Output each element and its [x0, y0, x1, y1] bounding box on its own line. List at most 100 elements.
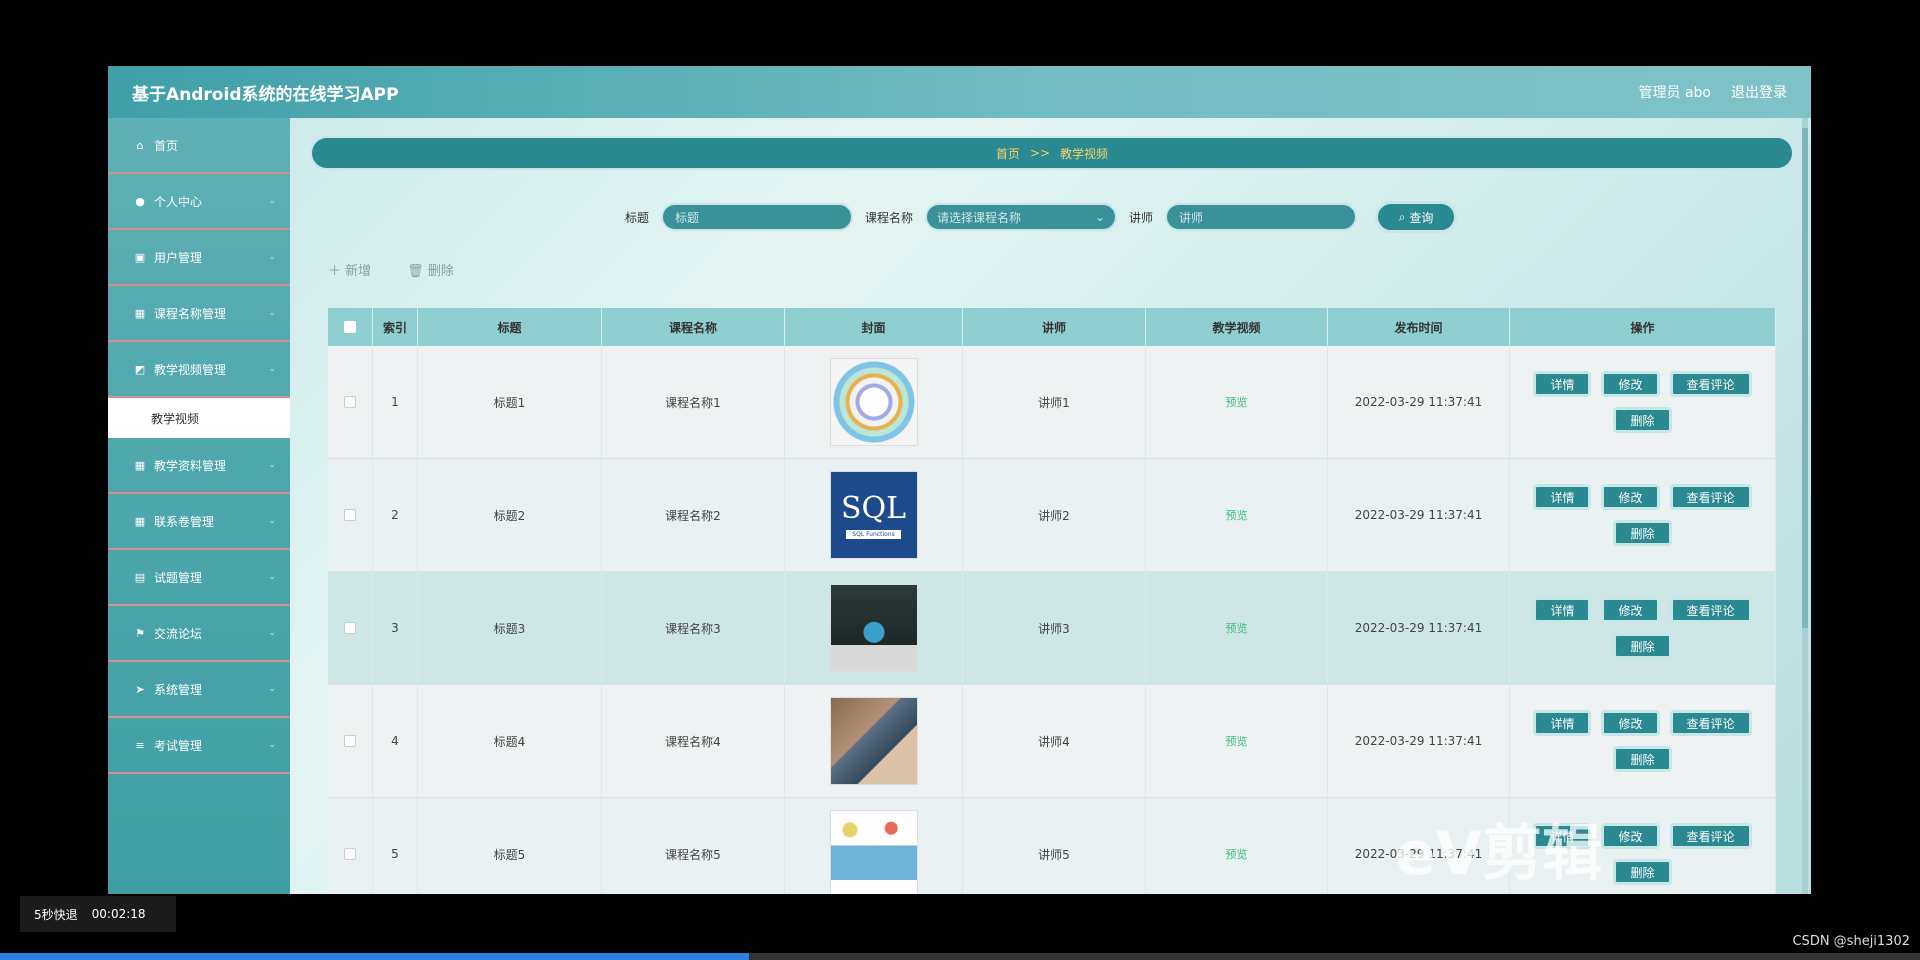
home-icon: ⌂ — [136, 138, 144, 152]
header-course: 课程名称 — [602, 308, 785, 346]
ev-editor-watermark: eV剪辑 — [1395, 819, 1603, 889]
header-time: 发布时间 — [1328, 308, 1510, 346]
view-comments-button[interactable]: 查看评论 — [1669, 597, 1752, 623]
delete-button[interactable]: 删除 — [1613, 520, 1672, 546]
edit-button[interactable]: 修改 — [1601, 597, 1660, 623]
search-bar: 标题 标题 课程名称 请选择课程名称 ⌄ 讲师 讲师 ⌕ 查询 — [625, 201, 1458, 233]
header-ops: 操作 — [1510, 308, 1776, 346]
delete-button[interactable]: 删除 — [1613, 859, 1672, 885]
video-player-controls: 5秒快退 00:02:18 — [20, 896, 176, 932]
flag-icon: ⚑ — [135, 626, 145, 640]
chevron-down-icon: ⌄ — [268, 252, 276, 262]
course-select[interactable]: 请选择课程名称 ⌄ — [925, 203, 1118, 231]
breadcrumb: 首页 >> 教学视频 — [310, 136, 1794, 170]
rewind-button[interactable]: 5秒快退 — [34, 906, 78, 923]
detail-button[interactable]: 详情 — [1533, 371, 1592, 397]
top-bar: 基于Android系统的在线学习APP 管理员 abo 退出登录 — [108, 66, 1811, 118]
table-row: 3 标题3 课程名称3 讲师3 预览 2022-03-29 11:37:41 详… — [328, 572, 1776, 685]
view-comments-button[interactable]: 查看评论 — [1669, 484, 1752, 510]
table-row: 1 标题1 课程名称1 讲师1 预览 2022-03-29 11:37:41 详… — [328, 346, 1776, 459]
edit-button[interactable]: 修改 — [1601, 371, 1660, 397]
delete-button[interactable]: 删除 — [1613, 746, 1672, 772]
video-preview-link[interactable]: 预览 — [1226, 733, 1248, 749]
teacher-input[interactable]: 讲师 — [1165, 203, 1358, 231]
chevron-down-icon: ⌄ — [268, 460, 276, 470]
main-content: 首页 >> 教学视频 标题 标题 课程名称 请选择课程名称 ⌄ 讲师 讲师 ⌕ 查询… — [290, 118, 1811, 894]
video-preview-link[interactable]: 预览 — [1226, 620, 1248, 636]
sidebar-item-system[interactable]: ➤ 系统管理 ⌄ — [108, 662, 290, 718]
grid-icon: ▦ — [134, 514, 146, 528]
row-checkbox[interactable] — [344, 509, 356, 521]
scrollbar[interactable] — [1802, 118, 1808, 894]
detail-button[interactable]: 详情 — [1533, 484, 1592, 510]
sidebar-item-courses[interactable]: ▦ 课程名称管理 ⌄ — [108, 286, 290, 342]
course-label: 课程名称 — [865, 210, 914, 225]
chevron-down-icon: ⌄ — [268, 572, 276, 582]
cover-image — [829, 358, 918, 446]
chevron-down-icon: ⌄ — [268, 516, 276, 526]
breadcrumb-home[interactable]: 首页 — [996, 145, 1020, 162]
cover-image — [829, 810, 918, 894]
table-header: 索引 标题 课程名称 封面 讲师 教学视频 发布时间 操作 — [328, 308, 1776, 346]
list-icon: ▣ — [134, 250, 146, 264]
video-preview-link[interactable]: 预览 — [1226, 846, 1248, 862]
row-checkbox[interactable] — [344, 396, 356, 408]
header-index: 索引 — [373, 308, 418, 346]
view-comments-button[interactable]: 查看评论 — [1669, 823, 1752, 849]
sidebar-item-questions[interactable]: ▤ 试题管理 ⌄ — [108, 550, 290, 606]
breadcrumb-current: 教学视频 — [1060, 146, 1109, 161]
chevron-down-icon: ⌄ — [268, 364, 276, 374]
playback-time: 00:02:18 — [91, 907, 146, 921]
plus-icon: ＋ — [328, 264, 342, 279]
sidebar-item-exams[interactable]: ≡ 考试管理 ⌄ — [108, 718, 290, 774]
sidebar-subitem-teaching-video[interactable]: 教学视频 — [108, 398, 290, 438]
table-row: 2 标题2 课程名称2 SQL SQL Functions 讲师2 预览 2022… — [328, 459, 1776, 572]
grid-icon: ▦ — [134, 458, 146, 472]
video-preview-link[interactable]: 预览 — [1226, 394, 1248, 410]
video-preview-link[interactable]: 预览 — [1226, 507, 1248, 523]
app-title: 基于Android系统的在线学习APP — [132, 84, 399, 105]
logout-link[interactable]: 退出登录 — [1731, 82, 1787, 102]
sidebar-item-home[interactable]: ⌂ 首页 — [108, 118, 290, 174]
video-progress-bar[interactable] — [0, 953, 1920, 960]
title-input[interactable]: 标题 — [661, 203, 854, 231]
delete-button[interactable]: 删除 — [1613, 407, 1672, 433]
row-checkbox[interactable] — [344, 622, 356, 634]
scrollbar-thumb[interactable] — [1802, 128, 1808, 628]
search-button[interactable]: ⌕ 查询 — [1375, 201, 1458, 233]
delete-button[interactable]: 删除 — [1613, 633, 1672, 659]
sidebar-item-videos[interactable]: ◩ 教学视频管理 ⌄ — [108, 342, 290, 398]
app-window: 基于Android系统的在线学习APP 管理员 abo 退出登录 ⌂ 首页 ● 个人… — [108, 66, 1811, 894]
detail-button[interactable]: 详情 — [1533, 597, 1592, 623]
sidebar-item-papers[interactable]: ▦ 联系卷管理 ⌄ — [108, 494, 290, 550]
trash-icon: 🗑 — [407, 264, 424, 279]
edit-button[interactable]: 修改 — [1601, 823, 1660, 849]
header-cover: 封面 — [785, 308, 963, 346]
view-comments-button[interactable]: 查看评论 — [1669, 710, 1752, 736]
sidebar-item-materials[interactable]: ▦ 教学资料管理 ⌄ — [108, 438, 290, 494]
row-checkbox[interactable] — [344, 848, 356, 860]
title-label: 标题 — [625, 210, 650, 225]
user-icon: ● — [135, 194, 145, 208]
select-all-checkbox[interactable] — [344, 321, 356, 333]
grid-icon: ▦ — [134, 306, 146, 320]
detail-button[interactable]: 详情 — [1533, 710, 1592, 736]
view-comments-button[interactable]: 查看评论 — [1669, 371, 1752, 397]
edit-button[interactable]: 修改 — [1601, 484, 1660, 510]
chevron-down-icon: ⌄ — [268, 308, 276, 318]
edit-button[interactable]: 修改 — [1601, 710, 1660, 736]
doc-icon: ▤ — [134, 570, 146, 584]
sidebar-item-personal[interactable]: ● 个人中心 ⌄ — [108, 174, 290, 230]
row-checkbox[interactable] — [344, 735, 356, 747]
menu-icon: ≡ — [135, 738, 145, 752]
cover-image — [829, 584, 918, 672]
sidebar-item-forum[interactable]: ⚑ 交流论坛 ⌄ — [108, 606, 290, 662]
chevron-down-icon: ⌄ — [268, 684, 276, 694]
add-button[interactable]: ＋ 新增 — [328, 260, 371, 279]
breadcrumb-separator: >> — [1029, 146, 1051, 160]
batch-delete-button[interactable]: 🗑 删除 — [407, 260, 454, 279]
send-icon: ➤ — [135, 682, 145, 696]
sidebar-item-users[interactable]: ▣ 用户管理 ⌄ — [108, 230, 290, 286]
folder-icon: ◩ — [134, 362, 146, 376]
csdn-watermark: CSDN @sheji1302 — [1792, 934, 1910, 949]
